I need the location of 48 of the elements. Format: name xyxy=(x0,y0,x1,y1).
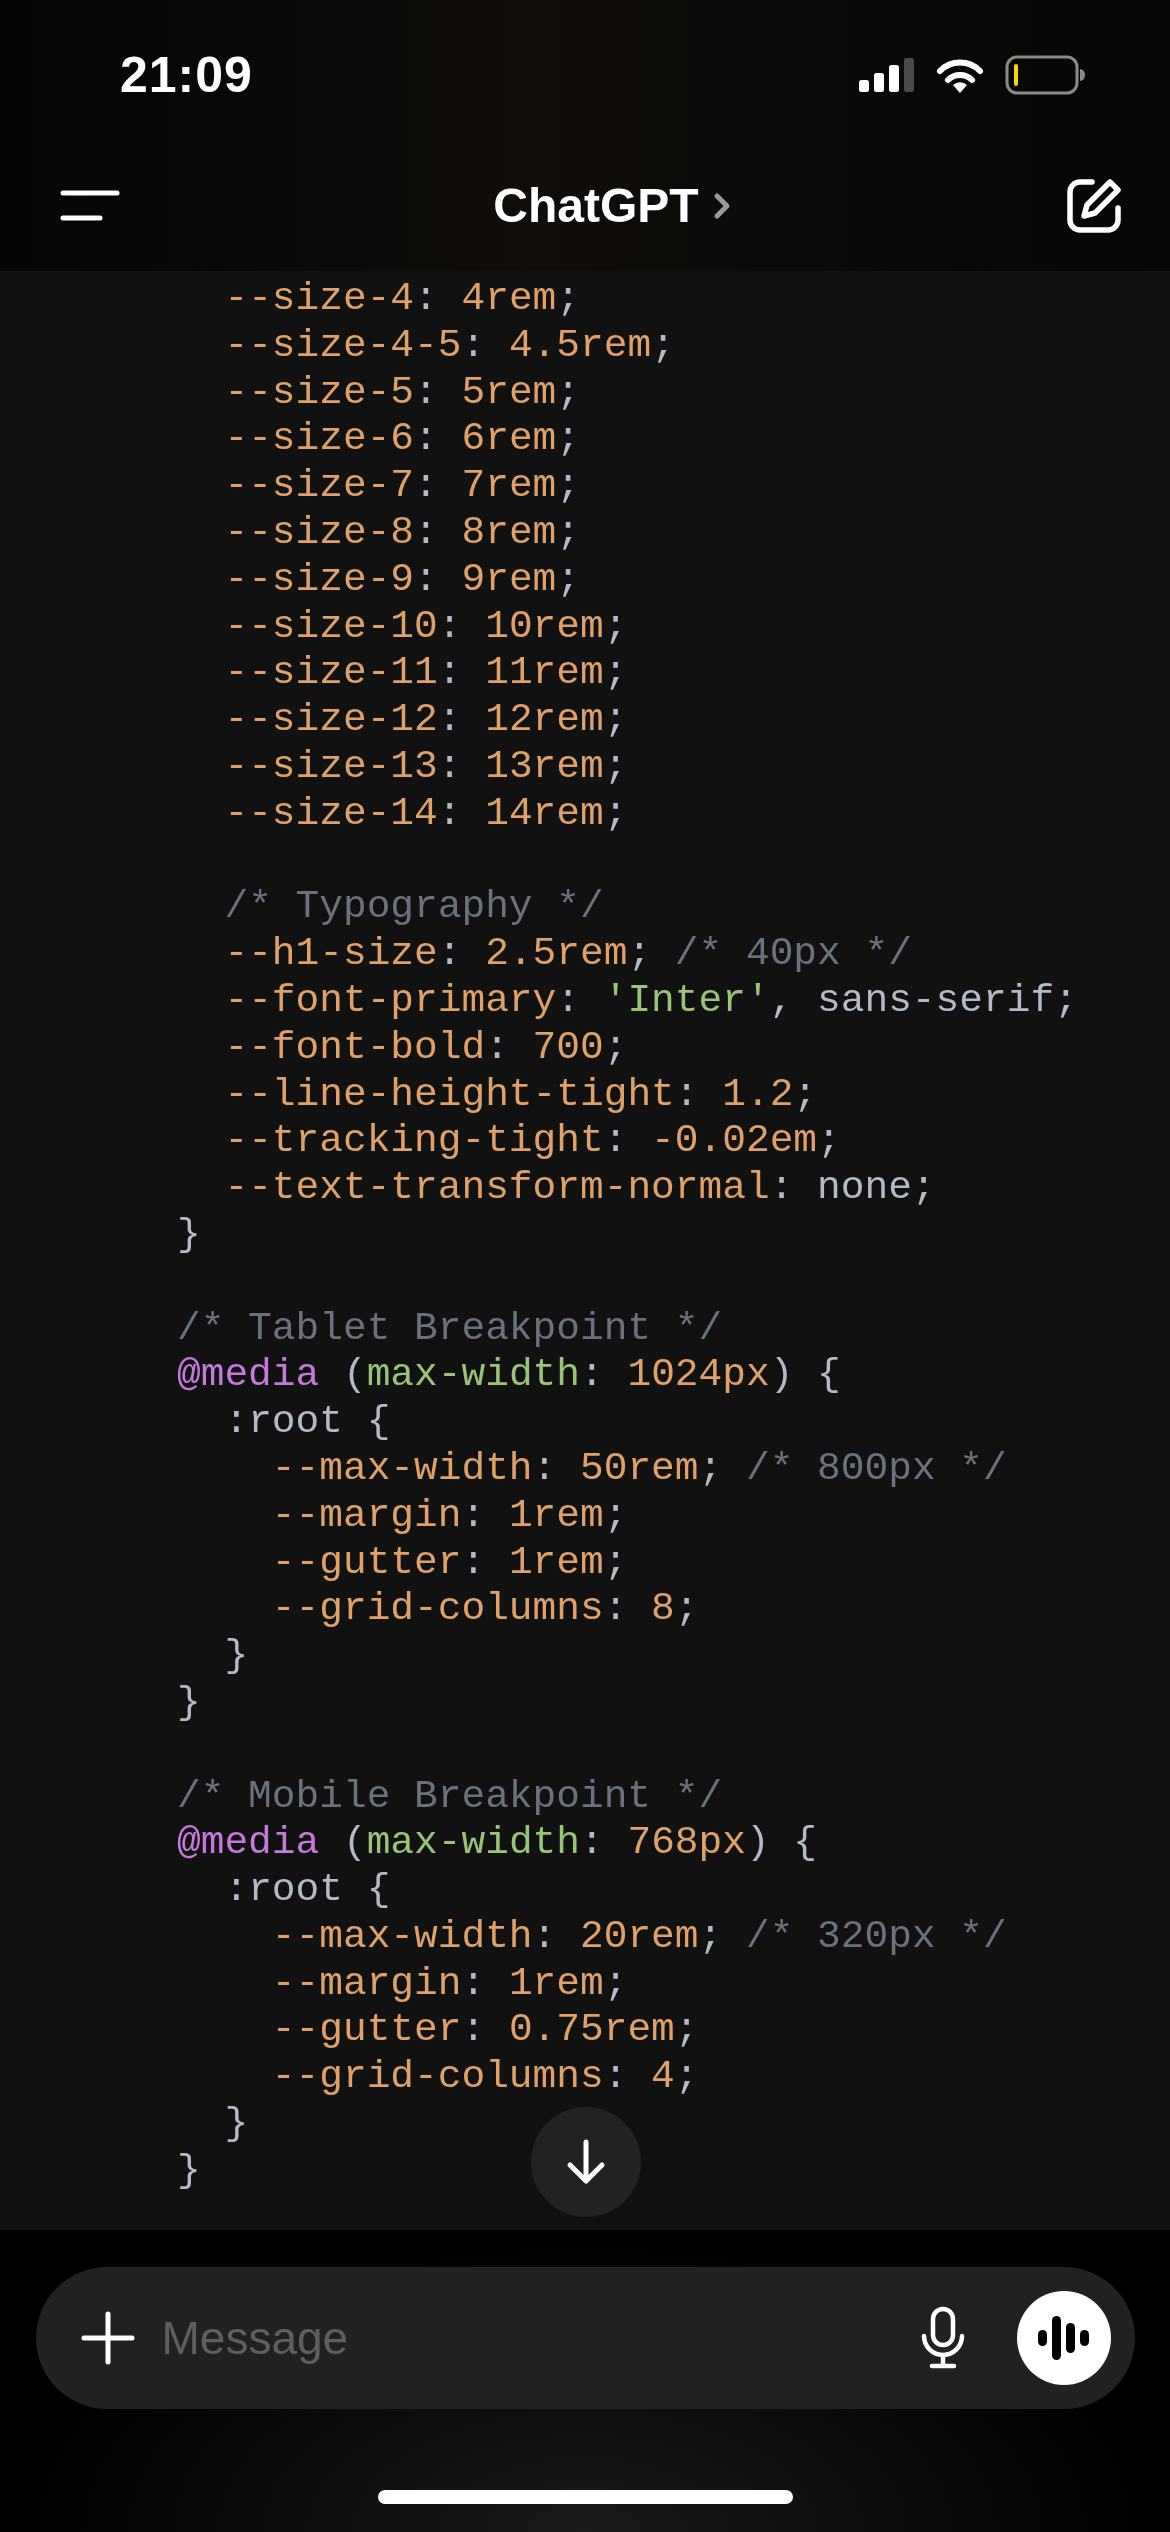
code-line: } xyxy=(177,2147,201,2193)
code-line: --grid-columns: 8; xyxy=(271,1586,699,1632)
code-line: --size-6: 6rem; xyxy=(224,416,581,462)
code-line: --size-4-5: 4.5rem; xyxy=(224,322,675,368)
code-line: } xyxy=(224,2101,249,2147)
code-line: --size-5: 5rem; xyxy=(224,369,581,415)
code-line: --gutter: 1rem; xyxy=(271,1539,628,1585)
code-line: } xyxy=(224,1633,249,1679)
chevron-right-icon[interactable] xyxy=(712,191,731,220)
chat-title[interactable]: ChatGPT xyxy=(493,178,699,233)
code-line: --tracking-tight: -0.02em; xyxy=(224,1118,841,1164)
message-bar[interactable]: Message xyxy=(35,2267,1135,2409)
code-line: } xyxy=(177,1211,201,1257)
status-time: 21:09 xyxy=(120,46,253,104)
code-line: } xyxy=(177,1679,201,1725)
code-line: --margin: 1rem; xyxy=(271,1960,628,2006)
code-line: --text-transform-normal: none; xyxy=(224,1165,936,1211)
code-line: --line-height-tight: 1.2; xyxy=(224,1071,818,1117)
code-line: --gutter: 0.75rem; xyxy=(271,2007,699,2053)
code-line: --size-13: 13rem; xyxy=(224,743,628,789)
signal-icon xyxy=(859,58,915,92)
code-line: /* Tablet Breakpoint */ xyxy=(177,1305,723,1351)
waveform-icon[interactable] xyxy=(1035,2313,1092,2363)
code-line: --size-10: 10rem; xyxy=(224,603,628,649)
code-line: /* Mobile Breakpoint */ xyxy=(177,1773,723,1819)
code-line: :root { xyxy=(224,1867,391,1913)
code-line: --margin: 1rem; xyxy=(271,1492,628,1538)
code-line: @media (max-width: 1024px) { xyxy=(177,1352,841,1398)
code-line: --size-7: 7rem; xyxy=(224,463,581,509)
plus-icon[interactable] xyxy=(79,2310,136,2366)
code-line: --size-11: 11rem; xyxy=(224,650,628,696)
code-line: --grid-columns: 4; xyxy=(271,2054,699,2100)
code-line: :root { xyxy=(224,1399,391,1445)
code-line: --size-4: 4rem; xyxy=(224,276,581,321)
code-line: --size-14: 14rem; xyxy=(224,790,628,836)
battery-icon xyxy=(1005,55,1085,95)
code-line: @media (max-width: 768px) { xyxy=(177,1820,818,1866)
code-line: --size-9: 9rem; xyxy=(224,556,581,602)
code-line: --size-12: 12rem; xyxy=(224,697,628,743)
code-line: --font-primary: 'Inter', sans-serif; xyxy=(224,977,1078,1023)
code-line: --size-8: 8rem; xyxy=(224,510,581,555)
code-line: /* Typography */ xyxy=(224,884,604,930)
code-line: --max-width: 50rem; /* 800px */ xyxy=(271,1445,1007,1491)
code-line: --font-bold: 700; xyxy=(224,1024,628,1070)
message-field[interactable]: Message xyxy=(155,2311,899,2365)
code-line: --h1-size: 2.5rem; /* 40px */ xyxy=(224,931,912,977)
wifi-icon xyxy=(935,57,985,93)
code-line: --max-width: 20rem; /* 320px */ xyxy=(271,1913,1007,1959)
